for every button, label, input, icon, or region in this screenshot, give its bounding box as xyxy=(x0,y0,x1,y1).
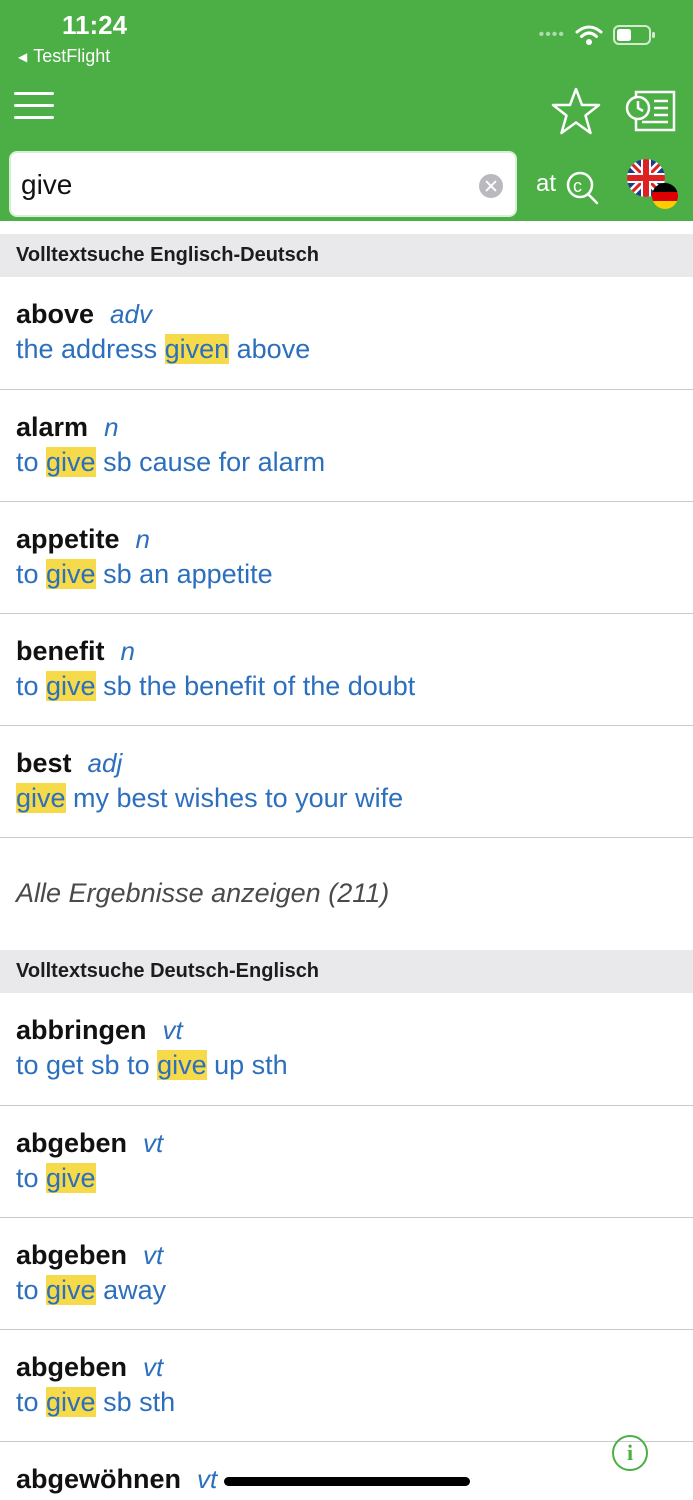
back-arrow-icon: ◀ xyxy=(18,49,28,64)
search-match-highlight: given xyxy=(164,334,230,364)
show-all-results-link[interactable]: Alle Ergebnisse anzeigen (211) xyxy=(0,838,693,950)
example-phrase: to get sb to give up sth xyxy=(16,1050,288,1080)
example-phrase: to give sb cause for alarm xyxy=(16,447,326,477)
headword: abbringen xyxy=(16,1015,147,1045)
result-row[interactable]: abgeben vt to give xyxy=(0,1106,693,1218)
result-row[interactable]: best adj give my best wishes to your wife xyxy=(0,726,693,838)
part-of-speech: vt xyxy=(143,1352,164,1382)
search-match-highlight: give xyxy=(46,1387,96,1417)
part-of-speech: vt xyxy=(143,1240,164,1270)
uk-german-flag-icon[interactable] xyxy=(626,158,680,212)
headword: appetite xyxy=(16,524,120,554)
result-row[interactable]: abgeben vt to give sb sth xyxy=(0,1330,693,1442)
top-bar: 11:24 ◀ TestFlight •••• a xyxy=(0,0,693,221)
part-of-speech: vt xyxy=(197,1464,218,1494)
part-of-speech: vt xyxy=(162,1015,183,1045)
part-of-speech: n xyxy=(120,636,135,666)
search-match-highlight: give xyxy=(46,1275,96,1305)
headword: abgeben xyxy=(16,1128,128,1158)
headword: abgeben xyxy=(16,1240,128,1270)
headword: benefit xyxy=(16,636,105,666)
section-header-de-en: Volltextsuche Deutsch-Englisch xyxy=(0,950,693,993)
battery-icon xyxy=(613,25,655,45)
part-of-speech: n xyxy=(135,524,150,554)
section-header-en-de: Volltextsuche Englisch-Deutsch xyxy=(0,234,693,277)
part-of-speech: vt xyxy=(143,1128,164,1158)
search-match-highlight: give xyxy=(46,559,96,589)
home-indicator xyxy=(224,1477,470,1486)
search-box xyxy=(9,151,517,217)
star-icon[interactable] xyxy=(550,86,602,138)
headword: alarm xyxy=(16,412,89,442)
svg-text:at: at xyxy=(536,170,556,197)
example-phrase: to give xyxy=(16,1163,96,1193)
svg-text:c: c xyxy=(573,176,582,196)
example-phrase: the address given above xyxy=(16,334,311,364)
example-phrase: to give sb the benefit of the doubt xyxy=(16,671,416,701)
headword: abgeben xyxy=(16,1352,128,1382)
headword: best xyxy=(16,748,72,778)
part-of-speech: n xyxy=(104,412,119,442)
back-app-label: TestFlight xyxy=(33,46,111,66)
search-match-highlight: give xyxy=(157,1050,207,1080)
example-phrase: to give away xyxy=(16,1275,167,1305)
example-phrase: to give sb sth xyxy=(16,1387,176,1417)
search-match-highlight: give xyxy=(46,1163,96,1193)
result-row[interactable]: above adv the address given above xyxy=(0,277,693,390)
headword: abgewöhnen xyxy=(16,1464,182,1494)
example-phrase: give my best wishes to your wife xyxy=(16,783,404,813)
wifi-icon xyxy=(575,25,603,45)
part-of-speech: adv xyxy=(110,299,152,329)
search-input[interactable] xyxy=(21,163,461,207)
result-row[interactable]: alarm n to give sb cause for alarm xyxy=(0,390,693,502)
spell-check-icon[interactable]: at c xyxy=(536,163,600,207)
show-all-label: Alle Ergebnisse anzeigen (211) xyxy=(16,878,390,908)
back-to-app-link[interactable]: ◀ TestFlight xyxy=(18,46,110,67)
hamburger-menu-icon[interactable] xyxy=(14,92,54,126)
signal-dots-icon: •••• xyxy=(538,26,565,43)
part-of-speech: adj xyxy=(87,748,123,778)
status-time: 11:24 xyxy=(62,10,128,40)
result-row[interactable]: appetite n to give sb an appetite xyxy=(0,502,693,614)
headword: above xyxy=(16,299,95,329)
status-icons: •••• xyxy=(539,24,657,46)
result-row[interactable]: abgewöhnen vt xyxy=(0,1442,693,1500)
history-list-icon[interactable] xyxy=(624,88,676,134)
search-match-highlight: give xyxy=(16,783,66,813)
result-row[interactable]: abbringen vt to get sb to give up sth xyxy=(0,993,693,1106)
example-phrase: to give sb an appetite xyxy=(16,559,273,589)
result-row[interactable]: abgeben vt to give away xyxy=(0,1218,693,1330)
clear-search-icon[interactable] xyxy=(479,174,503,198)
result-row[interactable]: benefit n to give sb the benefit of the d… xyxy=(0,614,693,726)
search-match-highlight: give xyxy=(46,447,96,477)
search-match-highlight: give xyxy=(46,671,96,701)
info-icon[interactable]: i xyxy=(612,1435,648,1471)
